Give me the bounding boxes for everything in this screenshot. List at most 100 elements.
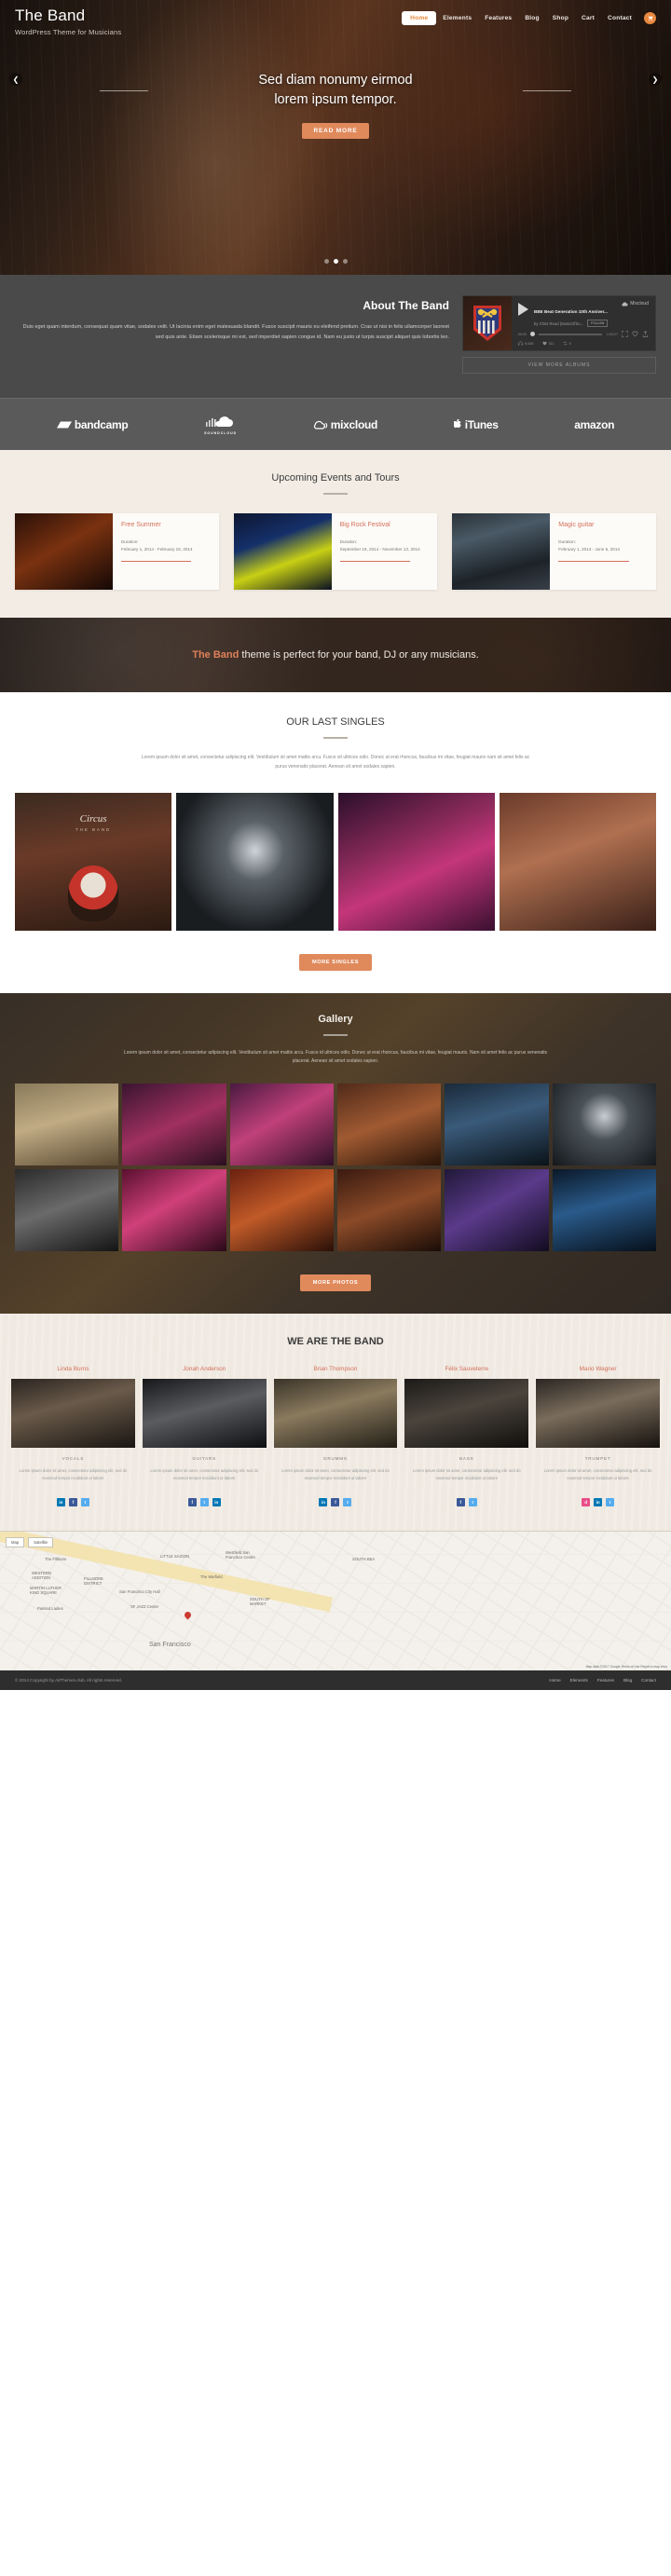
member-photo[interactable] — [404, 1379, 529, 1448]
brand[interactable]: The Band WordPress Theme for Musicians — [15, 7, 121, 35]
member-name[interactable]: Jonah Anderson — [143, 1366, 267, 1372]
member-role: TRUMPET — [584, 1456, 611, 1461]
tagline-text: The Band theme is perfect for your band,… — [192, 649, 479, 661]
heart-icon[interactable] — [632, 331, 638, 337]
twitter-icon[interactable]: t — [80, 1498, 89, 1506]
facebook-icon[interactable]: f — [68, 1498, 77, 1506]
linkedin-icon[interactable]: in — [594, 1498, 603, 1506]
member-role: DRUMMS — [323, 1456, 348, 1461]
footer-link-contact[interactable]: Contact — [641, 1678, 656, 1683]
map-label: SOUTH BEA — [352, 1557, 376, 1561]
seek-handle[interactable] — [530, 332, 535, 336]
cart-icon[interactable] — [644, 12, 656, 24]
gallery-photo[interactable] — [552, 1169, 656, 1251]
member-name[interactable]: Mario Wagner — [536, 1366, 660, 1372]
member-name[interactable]: Brian Thompson — [274, 1366, 398, 1372]
linkedin-icon[interactable]: in — [212, 1498, 221, 1506]
band-heading: WE ARE THE BAND — [287, 1336, 384, 1347]
gallery-photo[interactable] — [122, 1084, 226, 1165]
hero-rule-left — [99, 89, 148, 91]
bandcamp-logo[interactable]: bandcamp — [56, 418, 129, 431]
seek-bar[interactable] — [539, 333, 602, 335]
nav-item-features[interactable]: Features — [478, 11, 518, 25]
facebook-icon[interactable]: f — [187, 1498, 197, 1506]
map-view-button[interactable]: Map — [6, 1537, 25, 1547]
footer-link-features[interactable]: Features — [597, 1678, 614, 1683]
gallery-photo[interactable] — [337, 1169, 442, 1251]
band-members-grid: Linda Burns VOCALS Lorem ipsum dolor sit… — [11, 1366, 660, 1506]
member-photo[interactable] — [536, 1379, 660, 1448]
footer-link-elements[interactable]: Elements — [570, 1678, 588, 1683]
dribbble-icon[interactable]: d — [582, 1498, 591, 1506]
gallery-photo[interactable] — [15, 1169, 119, 1251]
member-name[interactable]: Linda Burns — [11, 1366, 135, 1372]
member-photo[interactable] — [142, 1379, 267, 1448]
hero-read-more-button[interactable]: READ MORE — [301, 123, 370, 140]
slider-dot-3[interactable] — [342, 259, 348, 264]
mixcloud-player[interactable]: BBE Beat Generation 10th Anniver... by C… — [462, 295, 656, 351]
twitter-icon[interactable]: t — [199, 1498, 209, 1506]
linkedin-icon[interactable]: in — [319, 1498, 328, 1506]
footer-link-blog[interactable]: Blog — [623, 1678, 632, 1683]
gallery-photo[interactable] — [229, 1169, 334, 1251]
facebook-icon[interactable]: f — [456, 1498, 465, 1506]
share-icon[interactable] — [642, 331, 649, 337]
fullscreen-icon[interactable] — [622, 331, 628, 337]
event-card[interactable]: Magic guitar Duration: February 1, 2014 … — [452, 513, 657, 590]
single-item[interactable]: Circus THE BAND — [15, 792, 172, 931]
event-title: Big Rock Festival — [339, 522, 390, 528]
follow-button[interactable]: FOLLOW — [587, 320, 609, 327]
gallery-photo[interactable] — [15, 1084, 119, 1165]
nav-item-elements[interactable]: Elements — [436, 11, 478, 25]
reposts-stat: 9 — [563, 341, 571, 346]
satellite-view-button[interactable]: Satellite — [28, 1537, 54, 1547]
nav-item-shop[interactable]: Shop — [546, 11, 575, 25]
slider-dot-1[interactable] — [323, 259, 329, 264]
play-icon[interactable] — [518, 303, 528, 316]
singles-grid: Circus THE BAND — [15, 792, 656, 931]
nav-item-contact[interactable]: Contact — [601, 11, 638, 25]
single-item[interactable] — [337, 792, 495, 931]
events-rule — [323, 493, 348, 495]
member-name[interactable]: Félix Sauveterre — [404, 1366, 528, 1372]
event-card[interactable]: Big Rock Festival Duration: September 19… — [233, 513, 438, 590]
mixcloud-logo-large[interactable]: mixcloud — [313, 418, 377, 431]
view-more-albums-button[interactable]: VIEW MORE ALBUMS — [462, 357, 656, 374]
nav-item-blog[interactable]: Blog — [518, 11, 545, 25]
event-card[interactable]: Free Summer Duration: February 1, 2014 -… — [15, 513, 219, 590]
single-item[interactable] — [499, 792, 656, 931]
chevron-left-icon[interactable]: ❮ — [9, 73, 22, 86]
nav-item-cart[interactable]: Cart — [575, 11, 601, 25]
twitter-icon[interactable]: t — [606, 1498, 615, 1506]
more-photos-button[interactable]: MORE PHOTOS — [299, 1274, 372, 1291]
soundcloud-logo[interactable]: SOUNDCLOUD — [204, 414, 237, 435]
member-photo[interactable] — [11, 1379, 135, 1448]
plays-stat: 6,636 — [518, 341, 534, 346]
nav-item-home[interactable]: Home — [402, 11, 437, 25]
amazon-logo[interactable]: amazon — [574, 418, 614, 431]
gallery-photo[interactable] — [122, 1169, 226, 1251]
map-pin-icon[interactable] — [183, 1610, 193, 1620]
single-item[interactable] — [176, 792, 334, 931]
site-header: The Band WordPress Theme for Musicians H… — [0, 0, 671, 36]
member-socials: f t — [404, 1498, 528, 1506]
twitter-icon[interactable]: t — [343, 1498, 352, 1506]
gallery-photo[interactable] — [337, 1084, 442, 1165]
slider-dot-2[interactable] — [333, 259, 338, 264]
twitter-icon[interactable]: t — [468, 1498, 477, 1506]
map-section[interactable]: Map Satellite The Fillmore LITTLE SAIGON… — [0, 1531, 671, 1670]
event-image — [233, 513, 332, 590]
itunes-logo[interactable]: iTunes — [453, 418, 499, 431]
footer-link-home[interactable]: Home — [549, 1678, 560, 1683]
more-singles-button[interactable]: MORE SINGLES — [298, 953, 373, 971]
linkedin-icon[interactable]: in — [56, 1498, 65, 1506]
chevron-right-icon[interactable]: ❯ — [649, 73, 662, 86]
member-bio: Lorem ipsum dolor sit amet, consectetur … — [19, 1468, 128, 1480]
gallery-photo[interactable] — [445, 1169, 549, 1251]
member-photo[interactable] — [273, 1379, 398, 1448]
hero-content: Sed diam nonumy eirmod lorem ipsum tempo… — [0, 67, 671, 140]
gallery-photo[interactable] — [229, 1084, 334, 1165]
gallery-photo[interactable] — [445, 1084, 549, 1165]
facebook-icon[interactable]: f — [331, 1498, 340, 1506]
gallery-photo[interactable] — [552, 1084, 656, 1165]
